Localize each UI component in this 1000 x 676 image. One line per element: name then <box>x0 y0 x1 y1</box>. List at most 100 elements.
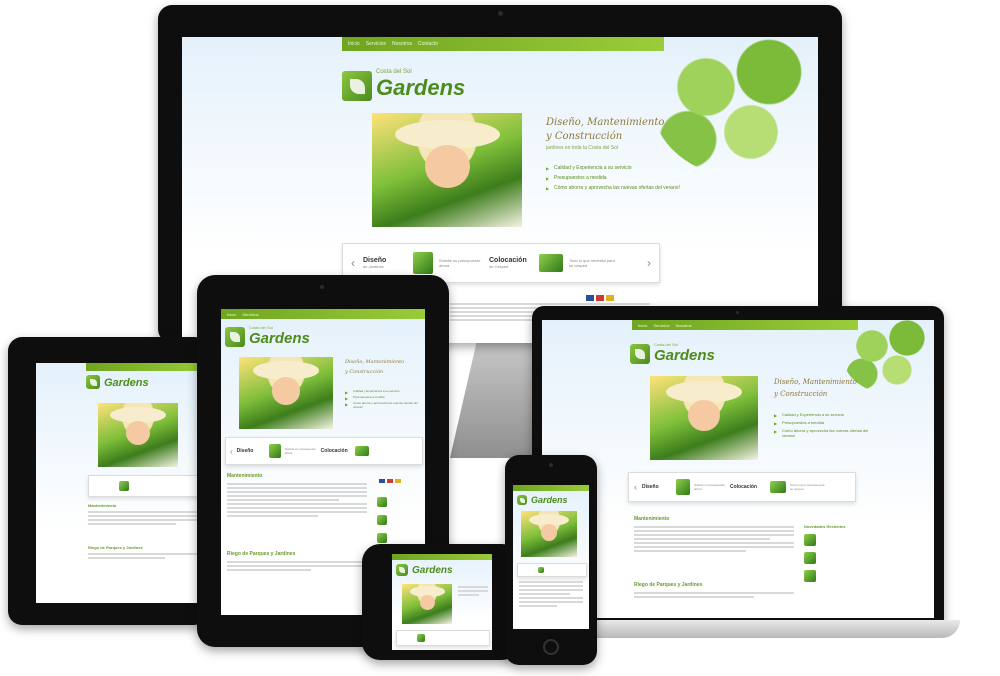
slider-next-arrow[interactable]: › <box>647 256 651 270</box>
tablet-landscape-navbar <box>86 363 208 371</box>
slide-2[interactable]: Colocación <box>321 448 355 454</box>
news-thumbnail[interactable] <box>377 497 387 507</box>
hero-face <box>271 377 301 405</box>
phone-landscape-text <box>458 586 488 598</box>
monitor-camera <box>498 11 503 16</box>
tablet-landscape-body-text-2 <box>88 553 198 561</box>
news-thumbnail[interactable] <box>377 515 387 525</box>
section-mantenimiento: Mantenimiento <box>634 516 670 522</box>
news-thumbnail[interactable] <box>377 533 387 543</box>
site-logo[interactable]: Costa del Sol Gardens <box>342 69 465 101</box>
smartphone-body-text <box>519 581 583 609</box>
nav-item-inicio[interactable]: Inicio <box>227 312 236 317</box>
leaf-logo-icon <box>342 71 372 101</box>
bullet-item: Calidad y Experiencia a su servicio <box>345 389 421 395</box>
phone-home-button[interactable] <box>543 639 559 655</box>
flag-uk-icon[interactable] <box>379 479 385 483</box>
site-logo[interactable]: Gardens <box>517 495 568 505</box>
flag-de-icon[interactable] <box>395 479 401 483</box>
hero-face <box>540 523 558 542</box>
slide-title: Colocación <box>730 484 757 490</box>
hero-tagline-sub: jardines en toda la Costa del Sol <box>546 145 618 151</box>
slide-1[interactable]: Diseño de Jardines <box>363 257 413 269</box>
language-flags[interactable] <box>586 295 614 301</box>
nav-item-inicio[interactable]: Inicio <box>638 323 647 328</box>
logo-title: Gardens <box>654 347 715 364</box>
flag-es-icon[interactable] <box>596 295 604 301</box>
nav-item-nosotros[interactable]: Nosotros <box>392 41 412 47</box>
slide-description: Solicite su presupuesto ahora <box>694 483 726 491</box>
news-thumbnail[interactable] <box>804 534 816 546</box>
hero-face <box>126 420 150 446</box>
laptop-body-text-2 <box>634 592 794 600</box>
nav-item-servicios[interactable]: Servicios <box>366 41 386 47</box>
site-logo[interactable]: Gardens <box>396 564 453 576</box>
section-riego: Riego de Parques y Jardines <box>634 582 703 588</box>
language-flags[interactable] <box>379 479 401 483</box>
site-logo[interactable]: Gardens <box>86 375 149 389</box>
hero-face <box>419 595 435 611</box>
flag-es-icon[interactable] <box>387 479 393 483</box>
slide-2[interactable]: Colocación <box>730 484 770 490</box>
news-thumbnail[interactable] <box>804 552 816 564</box>
hero-face <box>687 399 721 432</box>
tablet-camera <box>320 285 324 289</box>
logo-title: Gardens <box>376 75 466 100</box>
tree-branch-decoration <box>652 37 818 177</box>
slide-description: Solicite su presupuesto ahora <box>439 258 481 268</box>
nav-item-servicios[interactable]: Servicios <box>242 312 258 317</box>
slide-thumbnail <box>539 254 563 272</box>
site-logo[interactable]: Costa del Sol Gardens <box>630 342 715 364</box>
slide-thumbnail <box>417 634 425 642</box>
flag-uk-icon[interactable] <box>586 295 594 301</box>
hero-image <box>521 511 577 557</box>
flag-de-icon[interactable] <box>606 295 614 301</box>
slide-1[interactable]: Diseño <box>642 484 676 490</box>
logo-title: Gardens <box>412 565 453 576</box>
bullet-item: Calidad y Experiencia a su servicio <box>774 412 874 418</box>
nav-item-inicio[interactable]: Inicio <box>348 41 360 47</box>
slide-thumbnail <box>268 444 281 458</box>
bullet-item: Presupuestos a medida <box>546 175 686 181</box>
section-mantenimiento: Mantenimiento <box>88 503 117 508</box>
section-riego: Riego de Parques y Jardines <box>88 545 143 550</box>
nav-item-contacto[interactable]: Contacto <box>418 41 438 47</box>
news-thumbnail[interactable] <box>804 570 816 582</box>
services-slider: ‹ Diseño Solicite su presupuesto ahora C… <box>628 472 856 502</box>
slide-thumbnail <box>413 252 433 274</box>
logo-title: Gardens <box>104 377 149 389</box>
tablet-landscape-screen: Gardens Mantenimiento Riego de Parques y… <box>36 363 208 603</box>
slider-prev-arrow[interactable]: ‹ <box>351 256 355 270</box>
leaf-logo-icon <box>225 327 245 347</box>
bullet-item: Calidad y Experiencia a su servicio <box>546 165 686 171</box>
services-slider <box>517 563 587 577</box>
laptop-camera <box>736 311 739 314</box>
hero-tagline-line2: y Construcción <box>774 390 828 398</box>
slide-subtitle: de Césped <box>489 264 509 269</box>
nav-item-nosotros[interactable]: Nosotros <box>676 323 692 328</box>
services-slider: ‹ Diseño Solicite su presupuesto ahora C… <box>225 437 423 465</box>
slide-thumbnail <box>119 481 129 491</box>
slider-prev-arrow[interactable]: ‹ <box>634 482 637 492</box>
slider-prev-arrow[interactable]: ‹ <box>230 447 233 456</box>
phone-landscape-navbar <box>392 554 492 560</box>
hero-bullets: Calidad y Experiencia a su servicio Pres… <box>345 389 421 409</box>
slide-thumbnail <box>538 567 544 573</box>
site-logo[interactable]: Costa del Sol Gardens <box>225 325 310 347</box>
responsive-devices-mockup: { "site": { "logo_small": "Costa del Sol… <box>0 0 1000 676</box>
slide-2[interactable]: Colocación de Césped <box>489 257 539 269</box>
services-slider <box>88 475 208 497</box>
slide-1[interactable]: Diseño <box>237 448 269 454</box>
nav-item-servicios[interactable]: Servicios <box>653 323 669 328</box>
phone-landscape: Gardens <box>362 544 520 660</box>
hero-tagline-line1: Diseño, Mantenimiento <box>546 117 665 128</box>
services-slider <box>396 630 490 646</box>
tablet-portrait-body-text <box>227 483 367 519</box>
leaf-logo-icon <box>86 375 100 389</box>
slide-title: Diseño <box>236 448 254 454</box>
slide-title: Diseño <box>642 484 659 490</box>
laptop-screen: Inicio Servicios Nosotros Costa del Sol … <box>542 320 934 618</box>
tablet-portrait-navbar: Inicio Servicios <box>221 309 425 319</box>
tablet-landscape-body-text <box>88 511 198 527</box>
hero-image <box>402 584 452 624</box>
